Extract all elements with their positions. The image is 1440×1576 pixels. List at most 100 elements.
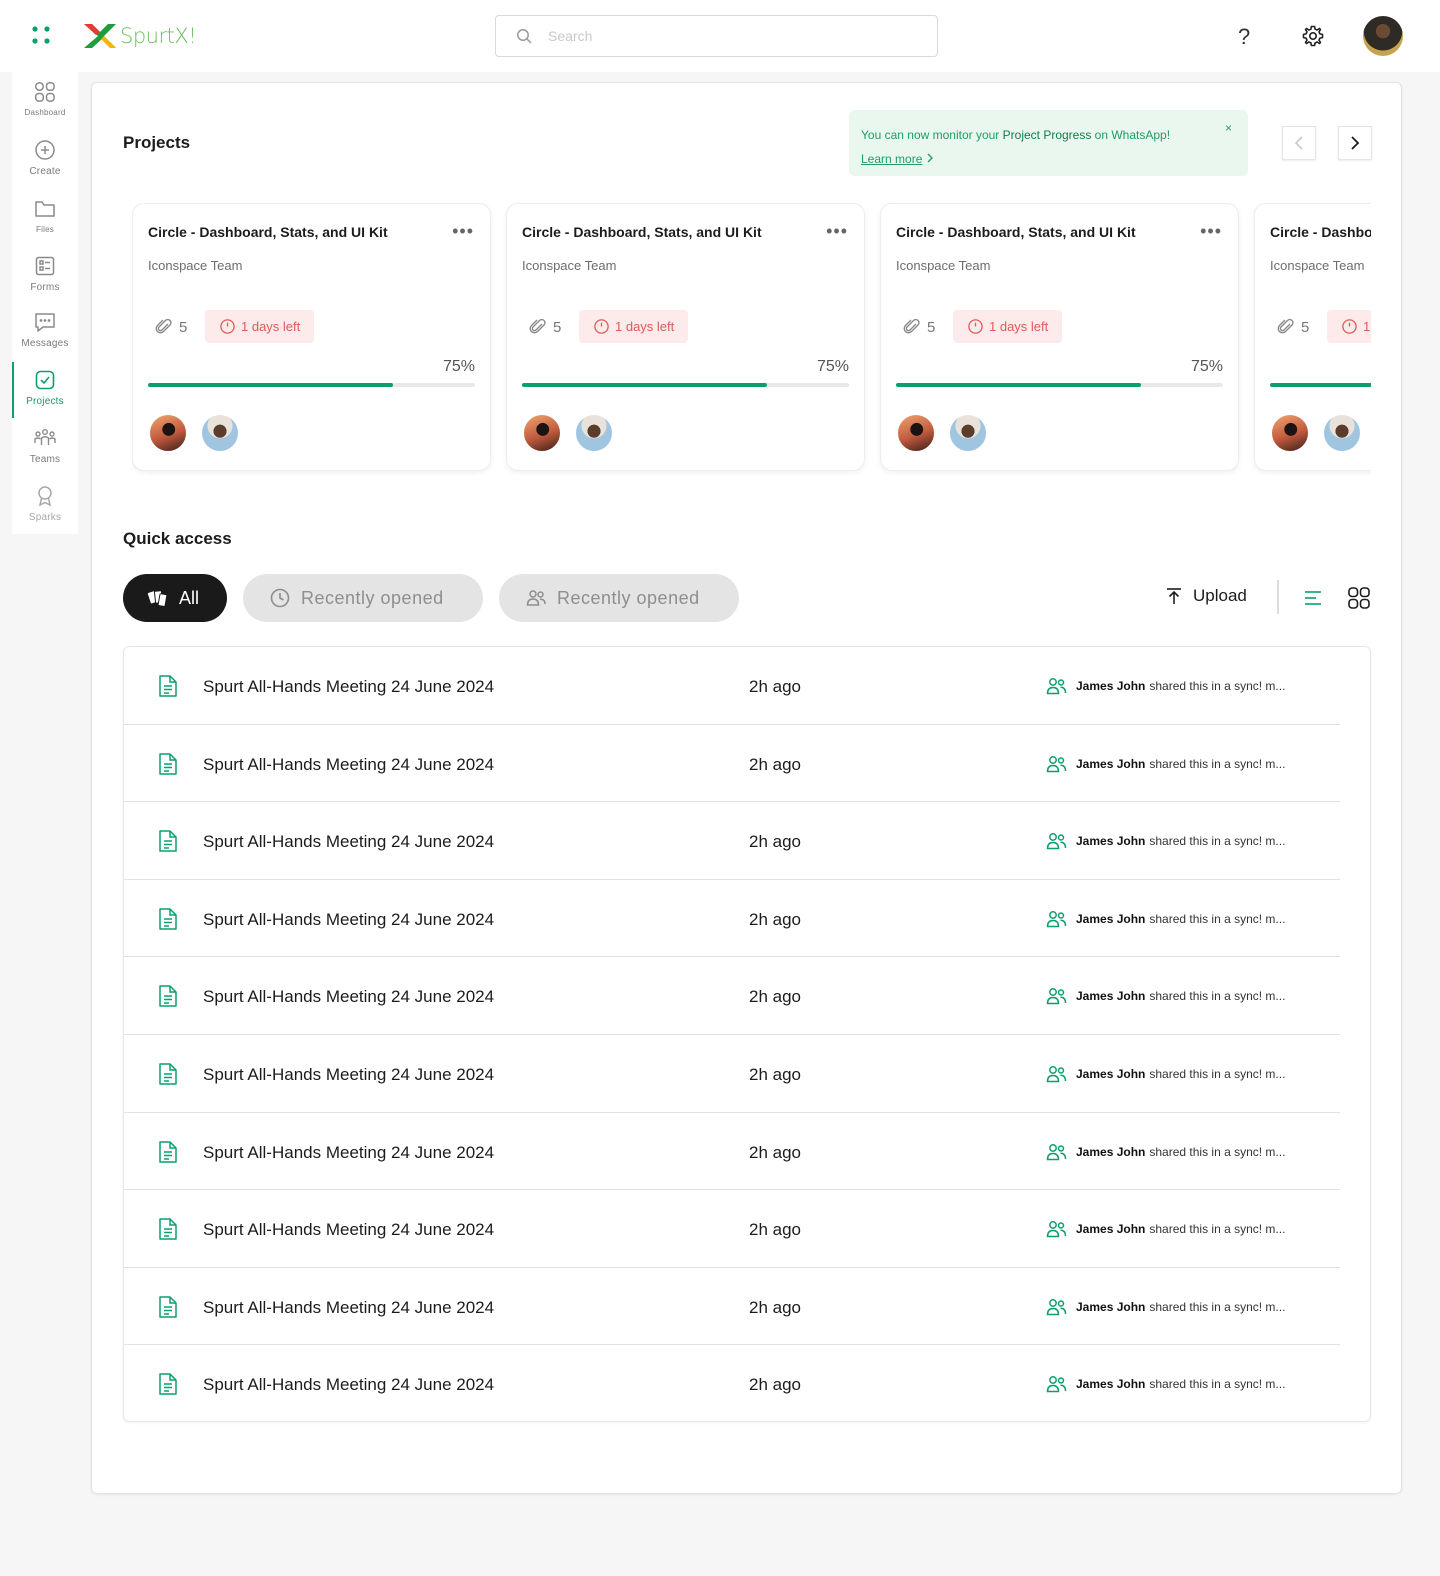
file-row[interactable]: Spurt All-Hands Meeting 24 June 2024 2h … <box>124 1268 1340 1346</box>
file-share-info: James John shared this in a sync! m... <box>1046 832 1285 850</box>
shared-by-name: James John <box>1076 911 1146 926</box>
more-options-icon[interactable]: ••• <box>826 222 848 240</box>
file-row[interactable]: Spurt All-Hands Meeting 24 June 2024 2h … <box>124 1113 1340 1191</box>
sidebar-item-forms[interactable]: Forms <box>12 254 78 310</box>
progress-fill <box>148 383 394 387</box>
carousel-next-button[interactable] <box>1338 126 1372 160</box>
filter-label: Recently opened <box>301 587 444 608</box>
more-options-icon[interactable]: ••• <box>452 222 474 240</box>
file-share-info: James John shared this in a sync! m... <box>1046 987 1285 1005</box>
project-title: Circle - Dashboard, Stats, and UI Kit <box>1270 224 1371 240</box>
project-card[interactable]: Circle - Dashboard, Stats, and UI Kit ••… <box>1254 203 1371 471</box>
sidebar-item-label: Files <box>36 225 54 234</box>
document-icon <box>159 752 177 775</box>
paperclip-icon <box>155 318 172 334</box>
member-avatar[interactable] <box>1270 413 1310 453</box>
upload-button[interactable]: Upload <box>1165 586 1247 606</box>
file-row[interactable]: Spurt All-Hands Meeting 24 June 2024 2h … <box>124 1035 1340 1113</box>
attachment-count-value: 5 <box>1301 318 1310 336</box>
file-row[interactable]: Spurt All-Hands Meeting 24 June 2024 2h … <box>124 1190 1340 1268</box>
progress-fill <box>1270 383 1371 387</box>
logo-mark-icon <box>84 24 116 48</box>
shared-by-name: James John <box>1076 1144 1146 1159</box>
document-icon <box>159 1373 177 1396</box>
file-row[interactable]: Spurt All-Hands Meeting 24 June 2024 2h … <box>124 1345 1340 1421</box>
help-icon[interactable]: ? <box>1238 24 1250 50</box>
member-avatar[interactable] <box>574 413 614 453</box>
file-time: 2h ago <box>749 1297 801 1317</box>
file-row[interactable]: Spurt All-Hands Meeting 24 June 2024 2h … <box>124 725 1340 803</box>
document-icon <box>159 830 177 852</box>
filter-recently-opened-pill[interactable]: Recently opened <box>243 574 483 622</box>
document-icon <box>159 985 177 1008</box>
progress-percent: 75% <box>816 358 849 375</box>
file-name: Spurt All-Hands Meeting 24 June 2024 <box>203 677 495 696</box>
member-avatar[interactable] <box>948 413 988 453</box>
shared-text: shared this in a sync! m... <box>1149 1377 1286 1392</box>
file-row[interactable]: Spurt All-Hands Meeting 24 June 2024 2h … <box>124 647 1340 725</box>
paperclip-icon <box>529 318 546 334</box>
file-time: 2h ago <box>749 1065 801 1084</box>
file-name: Spurt All-Hands Meeting 24 June 2024 <box>203 1297 495 1317</box>
shared-text: shared this in a sync! m... <box>1149 834 1286 849</box>
file-time: 2h ago <box>749 677 801 696</box>
main-panel: Projects You can now monitor your Projec… <box>91 82 1402 1494</box>
sidebar-item-files[interactable]: Files <box>12 197 78 253</box>
sidebar-item-projects[interactable]: Projects <box>12 362 78 424</box>
document-icon <box>159 1140 177 1163</box>
file-name: Spurt All-Hands Meeting 24 June 2024 <box>203 909 495 929</box>
grid-view-icon[interactable] <box>1347 586 1371 610</box>
award-icon <box>38 486 52 507</box>
deadline-badge: 1 days left <box>205 310 315 343</box>
apps-menu-icon[interactable] <box>30 24 52 46</box>
toolbar-divider <box>1277 580 1279 614</box>
file-share-info: James John shared this in a sync! m... <box>1046 1220 1285 1238</box>
progress-bar <box>1270 383 1371 387</box>
teams-icon <box>34 429 56 445</box>
member-avatar[interactable] <box>896 413 936 453</box>
close-banner-icon[interactable]: × <box>1225 116 1232 140</box>
alarm-clock-icon <box>220 319 235 334</box>
deadline-badge: 1 days left <box>1327 310 1371 343</box>
sidebar-item-messages[interactable]: Messages <box>12 310 78 366</box>
shared-by-name: James John <box>1076 756 1146 771</box>
project-card[interactable]: Circle - Dashboard, Stats, and UI Kit ••… <box>506 203 865 471</box>
shared-by-name: James John <box>1076 1299 1146 1314</box>
member-avatar[interactable] <box>148 413 188 453</box>
file-share-info: James John shared this in a sync! m... <box>1046 1375 1285 1393</box>
file-row[interactable]: Spurt All-Hands Meeting 24 June 2024 2h … <box>124 802 1340 880</box>
sidebar-item-dashboard[interactable]: Dashboard <box>12 80 78 136</box>
search-input[interactable] <box>548 28 908 44</box>
sidebar-item-label: Dashboard <box>24 108 66 117</box>
file-name: Spurt All-Hands Meeting 24 June 2024 <box>203 754 495 774</box>
sidebar-item-sparks[interactable]: Sparks <box>12 484 78 540</box>
logo[interactable]: SpurtX! <box>82 20 197 52</box>
filter-shared-recently-opened-pill[interactable]: Recently opened <box>499 574 739 622</box>
file-row[interactable]: Spurt All-Hands Meeting 24 June 2024 2h … <box>124 957 1340 1035</box>
sidebar-item-create[interactable]: Create <box>12 138 78 194</box>
learn-more-link[interactable]: Learn more <box>861 152 922 166</box>
member-avatar[interactable] <box>200 413 240 453</box>
folder-icon <box>35 201 55 217</box>
sidebar-item-label: Teams <box>29 454 61 465</box>
shared-by-name: James John <box>1076 1222 1146 1237</box>
user-avatar[interactable] <box>1363 16 1403 56</box>
shared-by-name: James John <box>1076 1377 1146 1392</box>
list-view-icon[interactable] <box>1304 589 1322 607</box>
top-bar: SpurtX! ? <box>0 0 1440 72</box>
project-card[interactable]: Circle - Dashboard, Stats, and UI Kit ••… <box>132 203 491 471</box>
gear-icon[interactable] <box>1301 24 1325 48</box>
more-options-icon[interactable]: ••• <box>1200 222 1222 240</box>
filter-all-pill[interactable]: All <box>123 574 227 622</box>
search-box[interactable] <box>495 15 938 57</box>
member-avatar[interactable] <box>1322 413 1362 453</box>
shared-text: shared this in a sync! m... <box>1149 1299 1286 1314</box>
project-card[interactable]: Circle - Dashboard, Stats, and UI Kit ••… <box>880 203 1239 471</box>
shared-text: shared this in a sync! m... <box>1149 1222 1286 1237</box>
member-avatar[interactable] <box>522 413 562 453</box>
carousel-prev-button[interactable] <box>1282 126 1316 160</box>
sidebar-item-teams[interactable]: Teams <box>12 426 78 482</box>
attachment-count: 5 <box>155 318 187 336</box>
file-row[interactable]: Spurt All-Hands Meeting 24 June 2024 2h … <box>124 880 1340 958</box>
shared-text: shared this in a sync! m... <box>1149 679 1286 693</box>
